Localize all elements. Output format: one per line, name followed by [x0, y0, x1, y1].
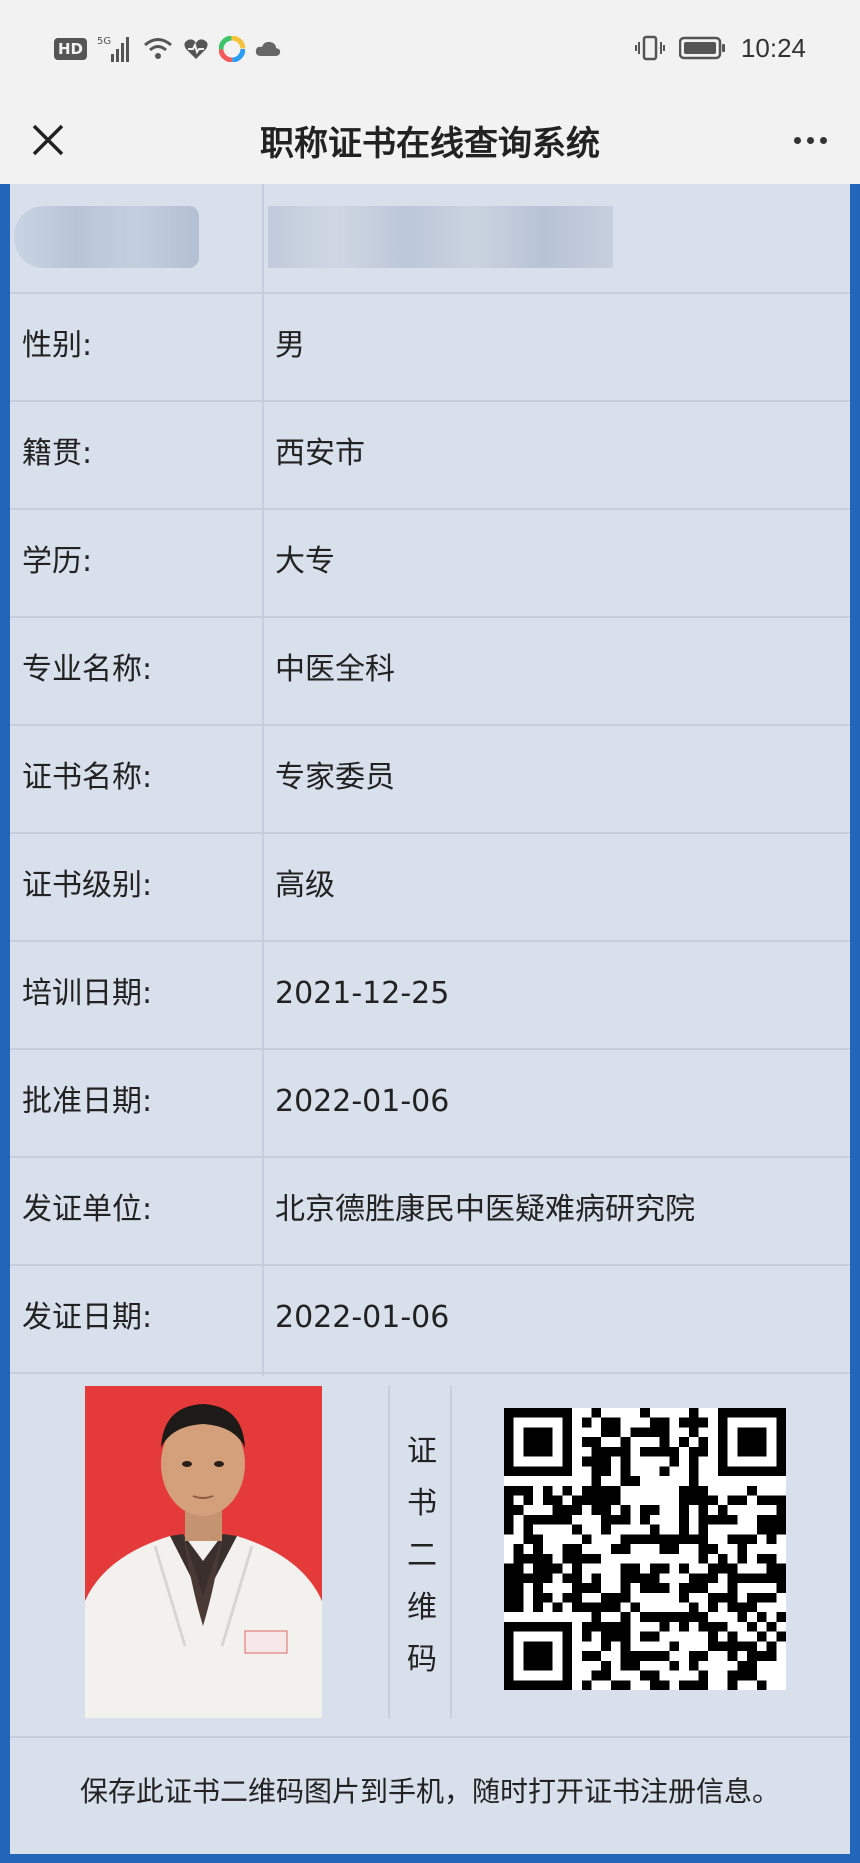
field-label: 证书名称: — [22, 760, 153, 795]
clock: 10:24 — [740, 32, 806, 63]
field-label: 培训日期: — [22, 976, 153, 1011]
footer-divider — [10, 1736, 850, 1738]
field-value: 2022-01-06 — [275, 1300, 450, 1335]
section-divider — [388, 1386, 390, 1718]
field-label: 发证单位: — [22, 1192, 153, 1227]
battery-icon — [678, 36, 725, 60]
table-row-education: 学历: 大专 — [10, 508, 850, 618]
field-value: 北京德胜康民中医疑难病研究院 — [275, 1192, 695, 1227]
table-row-name-redacted — [10, 184, 850, 294]
field-value: 男 — [275, 328, 305, 363]
more-dot — [819, 136, 827, 144]
status-bar: HD 5G 10:24 — [0, 0, 860, 96]
nav-bar: 职称证书在线查询系统 — [0, 96, 860, 184]
field-value: 西安市 — [275, 436, 365, 471]
certificate-frame: 性别: 男 籍贯: 西安市 学历: 大专 专业名称: 中医全科 证书名称: 专家… — [0, 184, 860, 1863]
table-row-major: 专业名称: 中医全科 — [10, 616, 850, 726]
table-row-certificate-name: 证书名称: 专家委员 — [10, 724, 850, 834]
vibrate-icon — [634, 35, 665, 61]
qr-label: 证书二维码 — [407, 1434, 437, 1677]
redacted-label — [14, 206, 199, 268]
status-left: HD 5G — [54, 34, 281, 64]
field-label: 籍贯: — [22, 436, 93, 471]
table-row-approval-date: 批准日期: 2022-01-06 — [10, 1048, 850, 1158]
field-value: 中医全科 — [275, 652, 395, 687]
wifi-icon — [144, 38, 172, 59]
certificate-card: 性别: 男 籍贯: 西安市 学历: 大专 专业名称: 中医全科 证书名称: 专家… — [10, 184, 850, 1854]
hd-badge: HD — [54, 38, 88, 60]
more-dot — [806, 136, 814, 144]
table-row-issuer: 发证单位: 北京德胜康民中医疑难病研究院 — [10, 1156, 850, 1266]
field-value: 高级 — [275, 868, 335, 903]
redacted-value — [268, 206, 613, 268]
field-label: 发证日期: — [22, 1300, 153, 1335]
holder-photo — [85, 1386, 322, 1718]
more-dot — [793, 136, 801, 144]
network-type-label: 5G — [97, 36, 111, 47]
photo-qr-section: 证书二维码 — [10, 1376, 850, 1736]
page-title: 职称证书在线查询系统 — [260, 124, 600, 164]
section-divider — [450, 1386, 452, 1718]
field-value: 2022-01-06 — [275, 1084, 450, 1119]
certificate-qr-code[interactable] — [504, 1408, 786, 1690]
app-logo-icon — [219, 36, 246, 62]
table-row-issue-date: 发证日期: 2022-01-06 — [10, 1264, 850, 1374]
field-value: 大专 — [275, 544, 335, 579]
health-heart-icon — [184, 39, 208, 59]
field-label: 性别: — [22, 328, 93, 363]
table-row-gender: 性别: 男 — [10, 292, 850, 402]
table-row-training-date: 培训日期: 2021-12-25 — [10, 940, 850, 1050]
field-value: 2021-12-25 — [275, 976, 450, 1011]
field-label: 学历: — [22, 544, 93, 579]
table-row-certificate-level: 证书级别: 高级 — [10, 832, 850, 942]
portrait-illustration — [85, 1386, 322, 1718]
field-value: 专家委员 — [275, 760, 395, 795]
field-label: 批准日期: — [22, 1084, 153, 1119]
field-label: 专业名称: — [22, 652, 153, 687]
footer-note: 保存此证书二维码图片到手机，随时打开证书注册信息。 — [79, 1775, 780, 1808]
status-right: 10:24 — [634, 30, 806, 66]
more-button[interactable] — [780, 114, 840, 166]
table-row-hometown: 籍贯: 西安市 — [10, 400, 850, 510]
signal-icon: 5G — [97, 36, 130, 62]
field-label: 证书级别: — [22, 868, 153, 903]
cloud-icon — [255, 41, 281, 56]
